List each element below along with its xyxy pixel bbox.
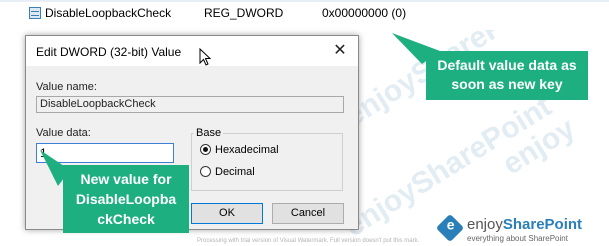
callout-line: New value for [80, 171, 172, 187]
callout-default-value: Default value data as soon as new key [426, 51, 588, 100]
logo-tagline: everything about SharePoint [467, 234, 568, 243]
callout-line: ckCheck [97, 211, 155, 227]
trial-watermark-note: Processing with trial version of Visual … [197, 238, 420, 244]
logo-wordmark: enjoySharePoint [467, 216, 583, 233]
logo-mark-icon [435, 213, 465, 243]
enjoysharepoint-logo: enjoySharePoint everything about SharePo… [435, 213, 605, 245]
callout-new-value: New value for DisableLoopba ckCheck [63, 165, 189, 233]
callout-line: DisableLoopba [75, 191, 177, 207]
